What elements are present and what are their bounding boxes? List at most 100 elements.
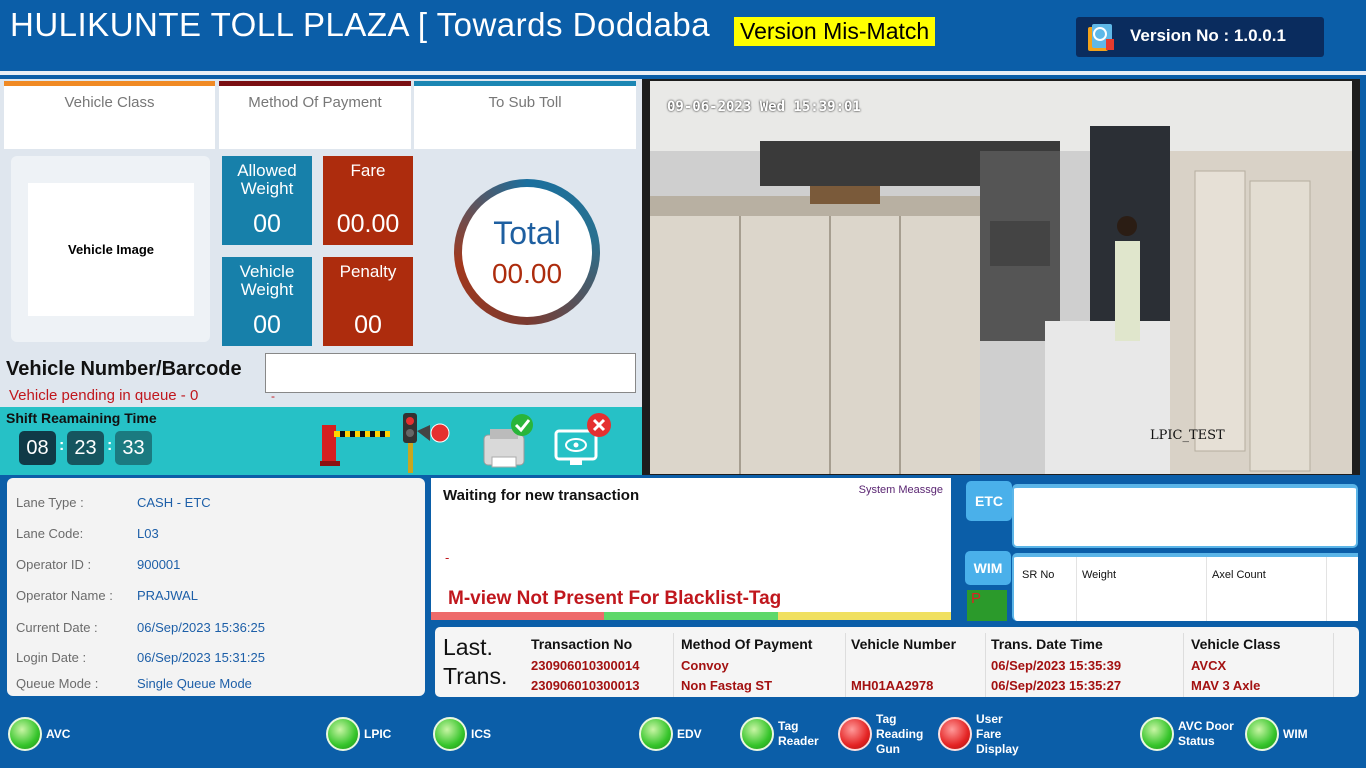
device-user-fare-display[interactable]: User Fare Display [938,712,1038,756]
last-trans-label-line2: Trans. [443,663,508,689]
lane-type-row: Lane Type : CASH - ETC [16,495,211,510]
shift-seconds: 33 [115,431,152,465]
lane-type-key: Lane Type : [16,495,84,510]
table-row[interactable]: 06/Sep/2023 15:35:39 [991,658,1121,673]
user-fare-display-icon [938,717,972,751]
version-number: Version No : 1.0.0.1 [1130,26,1286,45]
shift-hours: 08 [19,431,56,465]
device-avc-door-status-label: AVC Door Status [1178,719,1234,748]
table-row[interactable]: MH01AA2978 [851,678,933,693]
time-separator: : [59,437,65,454]
column-divider [1183,633,1184,697]
wim-col-sr-no: SR No [1022,569,1055,581]
total-value: 00.00 [491,258,563,289]
boom-barrier-icon[interactable] [320,419,392,467]
table-row[interactable]: AVCX [1191,658,1226,673]
device-avc-door-status[interactable]: AVC Door Status [1140,712,1240,756]
table-row[interactable]: Non Fastag ST [681,678,772,693]
total-ring: Total 00.00 [454,179,600,325]
operator-id-key: Operator ID : [16,557,92,572]
message-color-bar [431,612,951,620]
camera-label: LPIC_TEST [1150,428,1225,443]
device-lpic[interactable]: LPIC [326,712,391,756]
device-lpic-label: LPIC [364,726,392,741]
table-row[interactable]: 230906010300014 [531,658,639,673]
display-offline-icon[interactable] [550,409,616,473]
table-row[interactable]: 06/Sep/2023 15:35:27 [991,678,1121,693]
fare-tile: Fare 00.00 [323,156,413,245]
device-tag-reader[interactable]: Tag Reader [740,712,820,756]
table-row[interactable]: 230906010300013 [531,678,639,693]
device-tag-reader-label: Tag Reader [778,719,819,748]
queue-pending-text: Vehicle pending in queue - 0 [9,387,199,404]
plaza-title: HULIKUNTE TOLL PLAZA [ Towards Doddaba [10,6,711,43]
lpic-camera-feed: 09-06-2023 Wed 15:39:01 LPIC_TEST [642,79,1360,475]
vehicle-image: Vehicle Image [28,183,194,316]
operator-id-row: Operator ID : 900001 [16,557,180,572]
vehicle-image-frame: Vehicle Image [11,156,210,342]
login-date-value: 06/Sep/2023 15:31:25 [137,650,265,665]
device-ics[interactable]: ICS [433,712,491,756]
wim-status-indicator: P [967,590,1007,621]
avc-door-status-icon [1140,717,1174,751]
col-transaction-no: Transaction No [531,636,633,652]
avc-icon [8,717,42,751]
penalty-tile: Penalty 00 [323,257,413,346]
blacklist-alert: M-view Not Present For Blacklist-Tag [448,588,782,609]
login-date-row: Login Date : 06/Sep/2023 15:31:25 [16,650,265,665]
penalty-value: 00 [354,311,382,339]
app-header: HULIKUNTE TOLL PLAZA [ Towards Doddaba V… [0,0,1366,75]
current-date-key: Current Date : [16,620,98,635]
device-user-fare-display-label: User Fare Display [976,711,1019,756]
time-separator: : [107,437,113,454]
tab-vehicle-class[interactable]: Vehicle Class [4,81,215,149]
device-ics-label: ICS [471,726,492,741]
column-divider [845,633,846,697]
tab-to-sub-toll[interactable]: To Sub Toll [414,81,636,149]
tab-method-of-payment[interactable]: Method Of Payment [219,81,411,149]
login-date-key: Login Date : [16,650,87,665]
device-tag-reading-gun[interactable]: Tag Reading Gun [838,712,928,756]
vehicle-number-input[interactable] [265,353,636,393]
fare-label: Fare [350,161,386,180]
device-wim-label: WIM [1283,726,1308,741]
operator-id-value: 900001 [137,557,181,572]
wim-table: SR No Weight Axel Count [1012,553,1358,621]
receipt-printer-icon[interactable] [478,413,536,471]
device-edv[interactable]: EDV [639,712,702,756]
transaction-panel: Vehicle Class Method Of Payment To Sub T… [0,79,642,407]
lpic-camera-icon [326,717,360,751]
allowed-weight-label: Allowed Weight [237,161,297,198]
penalty-label: Penalty [339,262,397,281]
last-trans-label-line1: Last. [443,634,493,660]
vehicle-weight-tile: Vehicle Weight 00 [222,257,312,346]
tag-reading-gun-icon [838,717,872,751]
column-divider [1206,557,1207,621]
col-vehicle-number: Vehicle Number [851,636,957,652]
device-avc-label: AVC [46,726,71,741]
device-edv-label: EDV [677,726,702,741]
last-trans-label: Last. Trans. [443,633,507,691]
last-transactions-panel: Last. Trans. Transaction No Method Of Pa… [435,627,1359,697]
version-mismatch-badge: Version Mis-Match [734,17,936,46]
device-avc[interactable]: AVC [8,712,70,756]
allowed-weight-tile: Allowed Weight 00 [222,156,312,245]
table-row[interactable]: Convoy [681,658,729,673]
version-panel: Version No : 1.0.0.1 [1076,17,1324,57]
transaction-status: Waiting for new transaction [443,487,640,504]
app-settings-icon [1088,24,1114,51]
traffic-light-icon[interactable] [400,411,454,473]
column-divider [985,633,986,697]
tag-reader-icon [740,717,774,751]
device-wim[interactable]: WIM [1245,712,1308,756]
camera-frame [650,81,1352,474]
wim-col-weight: Weight [1082,569,1117,581]
system-message-panel: Waiting for new transaction System Meass… [431,478,951,620]
operator-name-value: PRAJWAL [137,588,198,603]
shift-minutes: 23 [67,431,104,465]
current-date-row: Current Date : 06/Sep/2023 15:36:25 [16,620,265,635]
queue-mode-key: Queue Mode : [16,676,99,691]
allowed-weight-value: 00 [253,210,281,238]
wim-icon [1245,717,1279,751]
table-row[interactable]: MAV 3 Axle [1191,678,1260,693]
